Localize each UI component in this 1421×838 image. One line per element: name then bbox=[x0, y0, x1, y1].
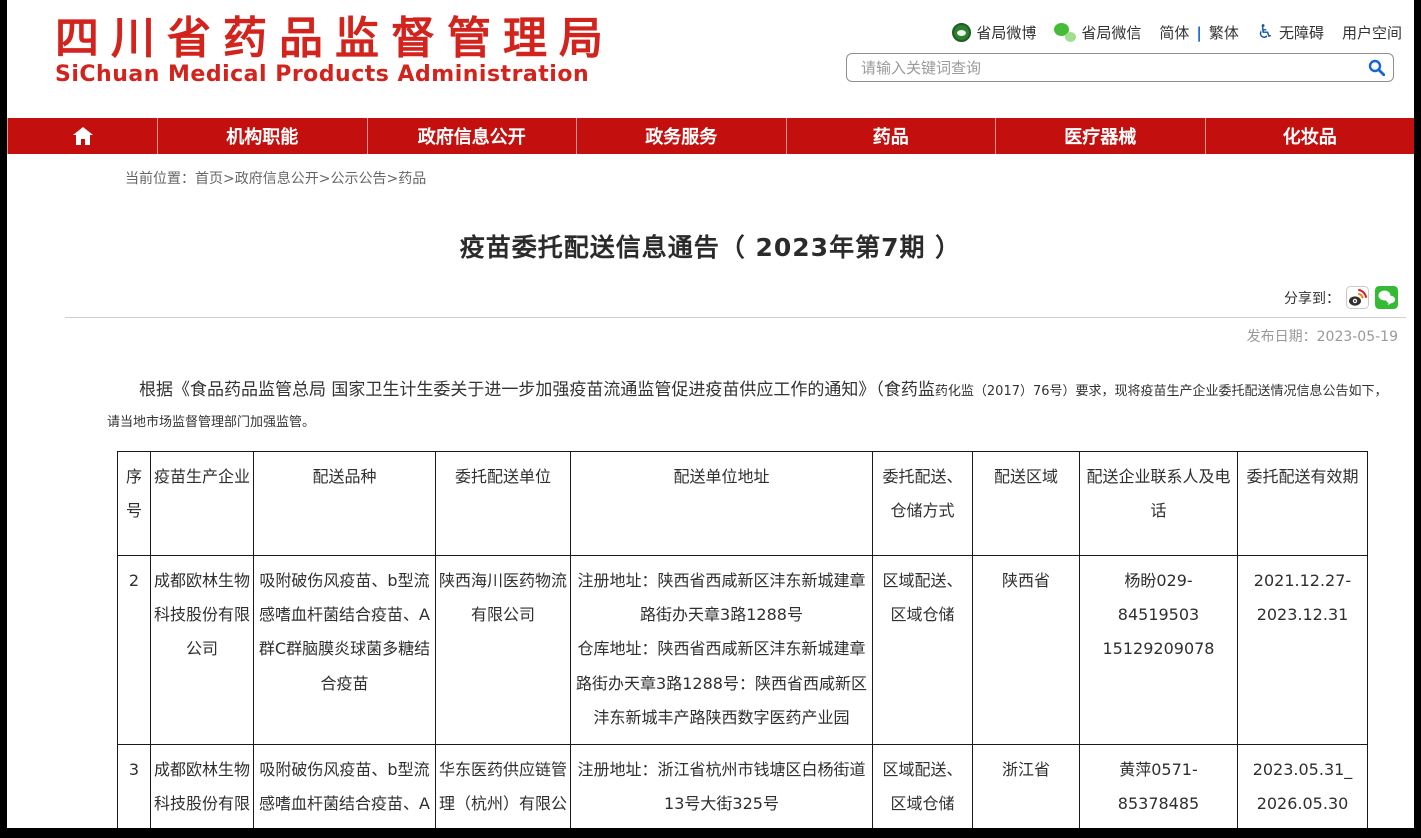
cell-validity: 2023.05.31_ 2026.05.30 bbox=[1238, 744, 1368, 838]
col-header-manufacturer: 疫苗生产企业 bbox=[151, 451, 254, 555]
nav-item-gov-services[interactable]: 政务服务 bbox=[576, 118, 786, 154]
table-row: 3 成都欧林生物科技股份有限公司 吸附破伤风疫苗、b型流感嗜血杆菌结合疫苗、A群… bbox=[118, 744, 1368, 838]
header-right: 省局微博 省局微信 简体 | 繁体 ♿ 无障碍 用户空间 bbox=[846, 16, 1402, 118]
cell-products: 吸附破伤风疫苗、b型流感嗜血杆菌结合疫苗、A群C群脑膜炎球菌多糖结合疫苗 bbox=[254, 555, 436, 744]
cell-seq: 3 bbox=[118, 744, 151, 838]
publish-date-label: 发布日期： bbox=[1247, 329, 1317, 345]
site-logo-subtitle: SiChuan Medical Products Administration bbox=[55, 62, 615, 87]
cell-region: 陕西省 bbox=[973, 555, 1080, 744]
weibo-link-label: 省局微博 bbox=[976, 22, 1036, 43]
col-header-contact: 配送企业联系人及电话 bbox=[1080, 451, 1238, 555]
cell-contact: 杨盼029- 84519503 15129209078 bbox=[1080, 555, 1238, 744]
col-header-seq: 序号 bbox=[118, 451, 151, 555]
nav-item-organization[interactable]: 机构职能 bbox=[157, 118, 367, 154]
cell-mode: 区域配送、区域仓储 bbox=[873, 555, 973, 744]
share-row: 分享到： bbox=[7, 286, 1398, 309]
wechat-link-label: 省局微信 bbox=[1081, 22, 1141, 43]
col-header-delivery-company: 委托配送单位 bbox=[436, 451, 571, 555]
nav-item-medical-devices[interactable]: 医疗器械 bbox=[995, 118, 1205, 154]
breadcrumb-path[interactable]: 首页>政府信息公开>公示公告>药品 bbox=[195, 171, 426, 187]
main-nav: 机构职能 政府信息公开 政务服务 药品 医疗器械 化妆品 bbox=[7, 118, 1414, 154]
cell-address: 注册地址：陕西省西咸新区沣东新城建章路街办天章3路1288号 仓库地址：陕西省西… bbox=[571, 555, 873, 744]
intro-paragraph: 根据《食品药品监管总局 国家卫生计生委关于进一步加强疫苗流通监管促进疫苗供应工作… bbox=[107, 374, 1388, 437]
lang-traditional-link[interactable]: 繁体 bbox=[1209, 22, 1239, 43]
cell-region: 浙江省 bbox=[973, 744, 1080, 838]
cell-products: 吸附破伤风疫苗、b型流感嗜血杆菌结合疫苗、A群C群脑膜炎球菌多糖结合疫苗 bbox=[254, 744, 436, 838]
cell-contact: 黄萍0571- 85378485 15288136891 bbox=[1080, 744, 1238, 838]
accessibility-link[interactable]: ♿ 无障碍 bbox=[1257, 22, 1324, 43]
nav-item-cosmetics[interactable]: 化妆品 bbox=[1205, 118, 1415, 154]
top-links: 省局微博 省局微信 简体 | 繁体 ♿ 无障碍 用户空间 bbox=[846, 22, 1402, 43]
wechat-link[interactable]: 省局微信 bbox=[1054, 22, 1141, 43]
search-icon bbox=[1368, 59, 1385, 76]
cell-mode: 区域配送、区域仓储 bbox=[873, 744, 973, 838]
cell-address: 注册地址：浙江省杭州市钱塘区白杨街道13号大街325号 仓库地址：浙江省杭州市钱… bbox=[571, 744, 873, 838]
nav-item-gov-info[interactable]: 政府信息公开 bbox=[367, 118, 577, 154]
cell-delivery-company: 陕西海川医药物流有限公司 bbox=[436, 555, 571, 744]
search-button[interactable] bbox=[1368, 59, 1385, 76]
publish-date: 发布日期：2023-05-19 bbox=[7, 326, 1398, 346]
weibo-link[interactable]: 省局微博 bbox=[952, 22, 1036, 43]
site-logo-title: 四川省药品监督管理局 bbox=[55, 16, 615, 62]
site-header: 四川省药品监督管理局 SiChuan Medical Products Admi… bbox=[7, 0, 1414, 118]
nav-home[interactable] bbox=[7, 118, 157, 154]
content-divider bbox=[65, 317, 1406, 318]
nav-item-drugs[interactable]: 药品 bbox=[786, 118, 996, 154]
search-input[interactable] bbox=[861, 59, 1368, 77]
accessibility-link-label: 无障碍 bbox=[1279, 22, 1324, 43]
weibo-icon bbox=[952, 23, 971, 42]
cell-manufacturer: 成都欧林生物科技股份有限公司 bbox=[151, 555, 254, 744]
breadcrumb-label: 当前位置： bbox=[125, 171, 195, 187]
share-weibo-icon[interactable] bbox=[1346, 286, 1369, 309]
page-frame: 四川省药品监督管理局 SiChuan Medical Products Admi… bbox=[0, 0, 1421, 838]
table-header-row: 序号 疫苗生产企业 配送品种 委托配送单位 配送单位地址 委托配送、仓储方式 配… bbox=[118, 451, 1368, 555]
col-header-validity: 委托配送有效期 bbox=[1238, 451, 1368, 555]
user-space-link[interactable]: 用户空间 bbox=[1342, 22, 1402, 43]
share-wechat-icon[interactable] bbox=[1375, 286, 1398, 309]
page-title: 疫苗委托配送信息通告（ 2023年第7期 ） bbox=[7, 228, 1414, 264]
lang-switch: 简体 | 繁体 bbox=[1159, 22, 1239, 43]
col-header-products: 配送品种 bbox=[254, 451, 436, 555]
search-box bbox=[846, 53, 1394, 82]
table-row: 2 成都欧林生物科技股份有限公司 吸附破伤风疫苗、b型流感嗜血杆菌结合疫苗、A群… bbox=[118, 555, 1368, 744]
site-logo: 四川省药品监督管理局 SiChuan Medical Products Admi… bbox=[55, 16, 615, 118]
share-label: 分享到： bbox=[1284, 288, 1340, 308]
breadcrumb: 当前位置：首页>政府信息公开>公示公告>药品 bbox=[125, 168, 1414, 188]
cell-seq: 2 bbox=[118, 555, 151, 744]
cell-manufacturer: 成都欧林生物科技股份有限公司 bbox=[151, 744, 254, 838]
user-space-link-label: 用户空间 bbox=[1342, 22, 1402, 43]
home-icon bbox=[72, 126, 94, 146]
cell-delivery-company: 华东医药供应链管理（杭州）有限公司 bbox=[436, 744, 571, 838]
article: 疫苗委托配送信息通告（ 2023年第7期 ） 分享到： 发布日期：2023-05… bbox=[7, 228, 1414, 838]
lang-simplified-link[interactable]: 简体 bbox=[1159, 22, 1189, 43]
col-header-mode: 委托配送、仓储方式 bbox=[873, 451, 973, 555]
publish-date-value: 2023-05-19 bbox=[1317, 329, 1398, 345]
accessibility-icon: ♿ bbox=[1257, 23, 1274, 42]
delivery-table: 序号 疫苗生产企业 配送品种 委托配送单位 配送单位地址 委托配送、仓储方式 配… bbox=[117, 451, 1368, 838]
intro-paragraph-lead: 根据《食品药品监管总局 国家卫生计生委关于进一步加强疫苗流通监管促进疫苗供应工作… bbox=[139, 380, 935, 400]
col-header-region: 配送区域 bbox=[973, 451, 1080, 555]
cell-validity: 2021.12.27- 2023.12.31 bbox=[1238, 555, 1368, 744]
lang-divider: | bbox=[1196, 24, 1201, 42]
wechat-icon bbox=[1054, 23, 1076, 42]
col-header-address: 配送单位地址 bbox=[571, 451, 873, 555]
